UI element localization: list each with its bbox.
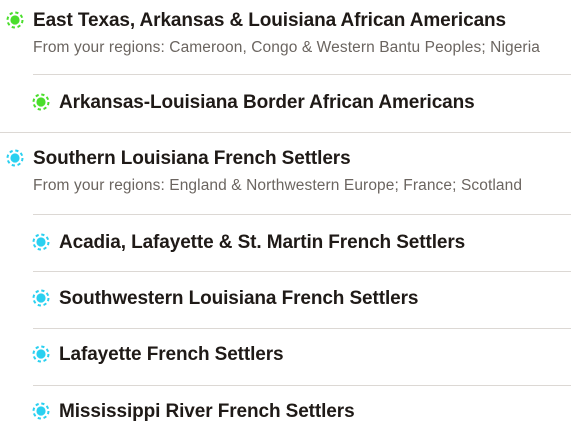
community-title: Arkansas-Louisiana Border African Americ… [59, 92, 475, 113]
community-row-southwestern-louisiana-french[interactable]: Southwestern Louisiana French Settlers [0, 272, 571, 328]
community-row-mississippi-river-french[interactable]: Mississippi River French Settlers [0, 386, 571, 436]
community-dot-icon [32, 93, 50, 111]
community-subtitle: From your regions: England & Northwester… [33, 177, 523, 194]
community-dot-icon [32, 402, 50, 420]
community-row-arkansas-louisiana-border[interactable]: Arkansas-Louisiana Border African Americ… [0, 75, 571, 132]
community-title: Lafayette French Settlers [59, 344, 284, 365]
community-subtitle: From your regions: Cameroon, Congo & Wes… [33, 39, 540, 56]
community-title: Acadia, Lafayette & St. Martin French Se… [59, 232, 466, 253]
community-title: Southwestern Louisiana French Settlers [59, 288, 419, 309]
community-dot-icon [32, 289, 50, 307]
community-row-acadia-lafayette-st-martin[interactable]: Acadia, Lafayette & St. Martin French Se… [0, 215, 571, 271]
community-title: Southern Louisiana French Settlers [33, 148, 351, 169]
community-dot-icon [32, 345, 50, 363]
community-title: East Texas, Arkansas & Louisiana African… [33, 10, 507, 31]
community-row-southern-louisiana-french[interactable]: Southern Louisiana French Settlers From … [0, 133, 571, 214]
community-row-lafayette-french[interactable]: Lafayette French Settlers [0, 329, 571, 385]
community-dot-icon [6, 149, 24, 167]
community-dot-icon [6, 11, 24, 29]
community-title: Mississippi River French Settlers [59, 401, 355, 422]
community-row-east-texas-arkansas-louisiana[interactable]: East Texas, Arkansas & Louisiana African… [0, 0, 571, 74]
community-dot-icon [32, 233, 50, 251]
